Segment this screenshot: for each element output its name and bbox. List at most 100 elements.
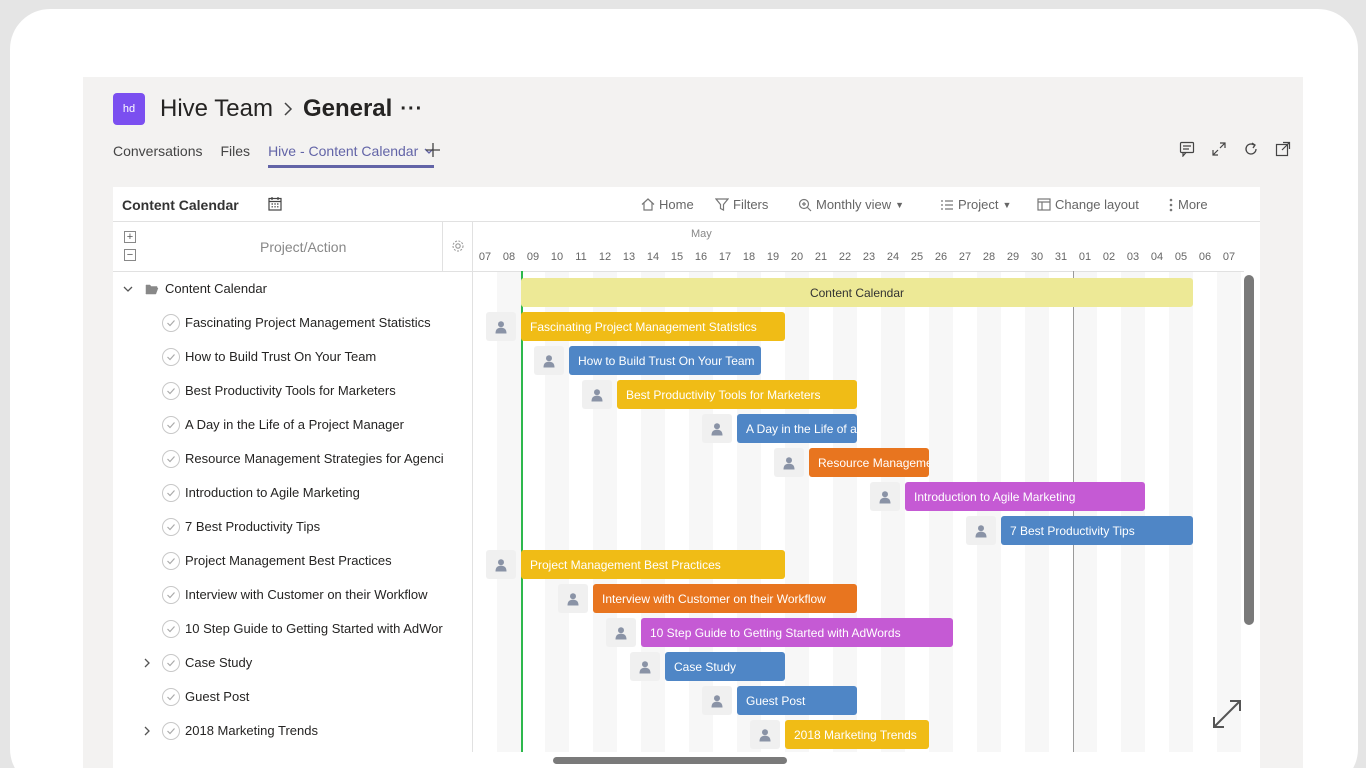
complete-check-icon[interactable]	[162, 586, 180, 604]
add-tab-icon[interactable]	[424, 141, 442, 159]
gantt-bar[interactable]: Interview with Customer on their Workflo…	[593, 584, 857, 613]
day-label: 17	[718, 251, 732, 263]
complete-check-icon[interactable]	[162, 382, 180, 400]
task-label: Introduction to Agile Marketing	[185, 485, 360, 500]
complete-check-icon[interactable]	[162, 518, 180, 536]
day-label: 05	[1174, 251, 1188, 263]
day-label: 07	[1222, 251, 1236, 263]
project-dropdown[interactable]: Project ▼	[940, 197, 1011, 212]
day-label: 22	[838, 251, 852, 263]
day-column-shade	[977, 272, 1001, 752]
task-row[interactable]: How to Build Trust On Your Team	[113, 340, 473, 374]
assignee-avatar-icon[interactable]	[582, 380, 612, 409]
day-label: 30	[1030, 251, 1044, 263]
task-row[interactable]: Project Management Best Practices	[113, 544, 473, 578]
gantt-bar[interactable]: A Day in the Life of a Project Manager	[737, 414, 857, 443]
folder-open-icon	[145, 284, 159, 295]
chevron-right-icon[interactable]	[142, 658, 152, 668]
chevron-right-icon[interactable]	[142, 726, 152, 736]
gantt-bar[interactable]: Resource Management Strategies for Agenc…	[809, 448, 929, 477]
task-label: Interview with Customer on their Workflo…	[185, 587, 428, 602]
complete-check-icon[interactable]	[162, 722, 180, 740]
day-label: 02	[1102, 251, 1116, 263]
change-layout-button[interactable]: Change layout	[1037, 197, 1139, 212]
gantt-bar[interactable]: 2018 Marketing Trends	[785, 720, 929, 749]
task-row[interactable]: Fascinating Project Management Statistic…	[113, 306, 473, 340]
task-row[interactable]: 2018 Marketing Trends	[113, 714, 473, 748]
column-divider	[442, 222, 443, 272]
complete-check-icon[interactable]	[162, 348, 180, 366]
assignee-avatar-icon[interactable]	[750, 720, 780, 749]
assignee-avatar-icon[interactable]	[870, 482, 900, 511]
vertical-scrollbar[interactable]	[1244, 275, 1254, 625]
complete-check-icon[interactable]	[162, 654, 180, 672]
chevron-down-icon[interactable]	[123, 284, 133, 294]
day-label: 01	[1078, 251, 1092, 263]
complete-check-icon[interactable]	[162, 688, 180, 706]
assignee-avatar-icon[interactable]	[702, 686, 732, 715]
task-row[interactable]: 7 Best Productivity Tips	[113, 510, 473, 544]
complete-check-icon[interactable]	[162, 552, 180, 570]
team-avatar[interactable]: hd	[113, 93, 145, 125]
fullscreen-resize-icon[interactable]	[1210, 697, 1244, 731]
day-label: 07	[478, 251, 492, 263]
task-row[interactable]: Resource Management Strategies for Agenc…	[113, 442, 473, 476]
more-button[interactable]: More	[1168, 197, 1208, 212]
view-dropdown[interactable]: Monthly view ▼	[798, 197, 904, 212]
day-label: 27	[958, 251, 972, 263]
task-list-header: + − Project/Action	[113, 222, 473, 272]
complete-check-icon[interactable]	[162, 416, 180, 434]
gantt-bar[interactable]: Fascinating Project Management Statistic…	[521, 312, 785, 341]
collapse-all-button[interactable]: −	[124, 249, 136, 261]
list-icon	[941, 199, 953, 210]
task-row[interactable]: Interview with Customer on their Workflo…	[113, 578, 473, 612]
gantt-bar[interactable]: 7 Best Productivity Tips	[1001, 516, 1193, 545]
assignee-avatar-icon[interactable]	[486, 550, 516, 579]
complete-check-icon[interactable]	[162, 620, 180, 638]
gantt-bar[interactable]: How to Build Trust On Your Team	[569, 346, 761, 375]
project-row[interactable]: Content Calendar	[113, 272, 473, 306]
gantt-bar[interactable]: Guest Post	[737, 686, 857, 715]
gantt-bar[interactable]: 10 Step Guide to Getting Started with Ad…	[641, 618, 953, 647]
assignee-avatar-icon[interactable]	[774, 448, 804, 477]
tab-files[interactable]: Files	[221, 143, 251, 168]
tab-conversations[interactable]: Conversations	[113, 143, 203, 168]
expand-icon[interactable]	[1211, 141, 1227, 157]
expand-all-button[interactable]: +	[124, 231, 136, 243]
day-label: 06	[1198, 251, 1212, 263]
conversation-icon[interactable]	[1179, 141, 1195, 158]
task-row[interactable]: Case Study	[113, 646, 473, 680]
gantt-bar[interactable]: Best Productivity Tools for Marketers	[617, 380, 857, 409]
gear-icon[interactable]	[451, 239, 465, 253]
gantt-bar[interactable]: Case Study	[665, 652, 785, 681]
reload-icon[interactable]	[1243, 141, 1259, 157]
task-row[interactable]: Guest Post	[113, 680, 473, 714]
more-options-icon[interactable]: ···	[400, 98, 423, 121]
gantt-bar[interactable]: Content Calendar	[521, 278, 1193, 307]
task-row[interactable]: Introduction to Agile Marketing	[113, 476, 473, 510]
filters-button[interactable]: Filters	[715, 197, 768, 212]
team-name[interactable]: Hive Team	[160, 95, 273, 123]
home-button[interactable]: Home	[641, 197, 694, 212]
complete-check-icon[interactable]	[162, 314, 180, 332]
gantt-bar[interactable]: Introduction to Agile Marketing	[905, 482, 1145, 511]
horizontal-scrollbar[interactable]	[553, 757, 787, 764]
gantt-bar[interactable]: Project Management Best Practices	[521, 550, 785, 579]
assignee-avatar-icon[interactable]	[486, 312, 516, 341]
pop-out-icon[interactable]	[1275, 141, 1291, 157]
complete-check-icon[interactable]	[162, 484, 180, 502]
assignee-avatar-icon[interactable]	[702, 414, 732, 443]
complete-check-icon[interactable]	[162, 450, 180, 468]
assignee-avatar-icon[interactable]	[534, 346, 564, 375]
assignee-avatar-icon[interactable]	[966, 516, 996, 545]
task-row[interactable]: Best Productivity Tools for Marketers	[113, 374, 473, 408]
task-label: Case Study	[185, 655, 253, 670]
tab-hive-content-calendar[interactable]: Hive - Content Calendar	[268, 143, 435, 168]
home-icon	[641, 198, 655, 211]
calendar-icon[interactable]	[268, 196, 282, 211]
task-row[interactable]: 10 Step Guide to Getting Started with Ad…	[113, 612, 473, 646]
assignee-avatar-icon[interactable]	[606, 618, 636, 647]
task-row[interactable]: A Day in the Life of a Project Manager	[113, 408, 473, 442]
assignee-avatar-icon[interactable]	[558, 584, 588, 613]
assignee-avatar-icon[interactable]	[630, 652, 660, 681]
